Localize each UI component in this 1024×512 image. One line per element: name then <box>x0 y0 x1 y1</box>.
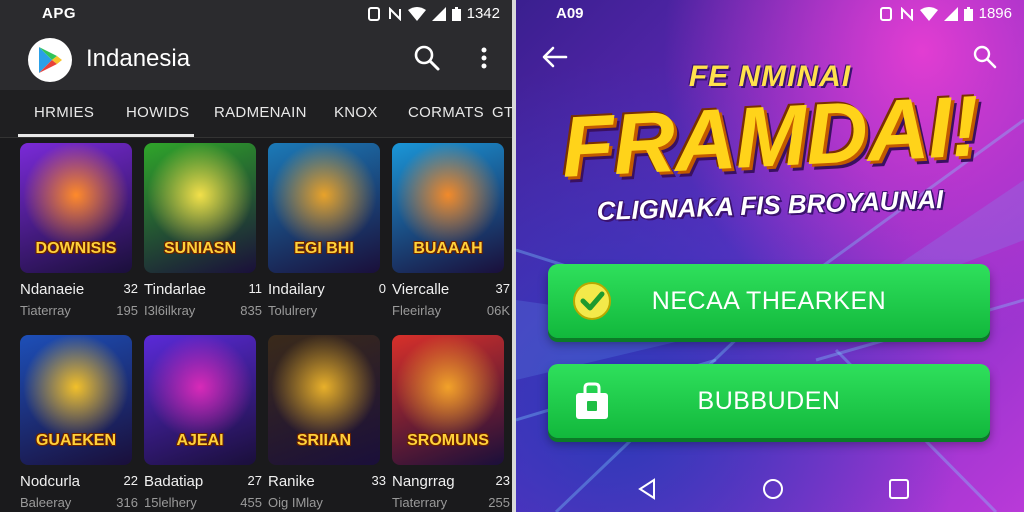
wifi-icon <box>407 6 426 21</box>
status-icons: 1342 <box>366 5 500 22</box>
app-thumbnail[interactable]: SRIIAN <box>268 335 380 465</box>
clock: 1342 <box>466 5 500 22</box>
app-subtitle: Oig IMlay <box>268 495 323 510</box>
app-card[interactable]: SROMUNS Nangrrag 23 Tiaterrary 255 <box>392 335 510 510</box>
tab-knox[interactable]: KNOX <box>334 104 378 121</box>
app-thumbnail[interactable]: EGI BHI <box>268 143 380 273</box>
app-rank: 37 <box>495 281 510 296</box>
active-tab-indicator <box>18 134 194 137</box>
battery-icon <box>963 6 973 21</box>
status-bar: APG 1342 <box>0 0 512 28</box>
app-card[interactable]: DOWNISIS Ndanaeie 32 Tiaterray 195 <box>20 143 138 318</box>
app-thumbnail[interactable]: SROMUNS <box>392 335 504 465</box>
app-subtitle: I3l6ilkray <box>144 303 196 318</box>
more-options-icon[interactable] <box>476 43 492 73</box>
nav-back-icon[interactable] <box>636 478 658 500</box>
app-card[interactable]: GUAEKEN Nodcurla 22 Baleeray 316 <box>20 335 138 510</box>
play-logo-icon <box>39 47 62 73</box>
app-rank: 0 <box>378 281 386 296</box>
nav-recents-icon[interactable] <box>888 478 910 500</box>
wifi-icon <box>919 6 938 21</box>
app-size: 455 <box>240 495 262 510</box>
status-icons-right: 1896 <box>878 5 1012 22</box>
app-bar: Indanesia <box>0 28 512 90</box>
app-art-title: EGI BHI <box>294 240 354 257</box>
app-rank: 11 <box>248 281 263 296</box>
app-art-title: SRIIAN <box>296 432 352 449</box>
no-signal-icon <box>388 6 401 21</box>
tab-radmenain[interactable]: RADMENAIN <box>214 104 307 121</box>
app-card[interactable]: BUAAAH Viercalle 37 Fleeirlay 06K <box>392 143 510 318</box>
app-rank: 22 <box>123 473 138 488</box>
store-logo <box>28 38 72 82</box>
tab-howids[interactable]: HOWIDS <box>126 104 189 121</box>
app-card[interactable]: SRIIAN Ranike 33 Oig IMlay <box>268 335 386 510</box>
secondary-action-label: BUBBUDEN <box>697 386 841 415</box>
app-subtitle: 15lelhery <box>144 495 197 510</box>
app-size: 316 <box>116 495 138 510</box>
app-thumbnail[interactable]: SUNIASN <box>144 143 256 273</box>
app-subtitle: Baleeray <box>20 495 72 510</box>
app-rank: 33 <box>371 473 386 488</box>
app-rank: 32 <box>123 281 138 296</box>
tab-gti[interactable]: GTI <box>492 104 512 121</box>
check-circle-icon <box>573 282 611 320</box>
clock-right: 1896 <box>978 5 1012 22</box>
app-subtitle: Tiaterrary <box>392 495 448 510</box>
tab-cormats[interactable]: CORMATS <box>408 104 484 121</box>
app-subtitle: Tiaterray <box>20 303 71 318</box>
nav-home-icon[interactable] <box>762 478 784 500</box>
app-size: 255 <box>488 495 510 510</box>
app-title: Ranike <box>268 473 315 490</box>
app-title: Ndanaeie <box>20 281 85 298</box>
shopping-bag-icon <box>576 382 608 419</box>
primary-action-button[interactable]: NECAA THEARKEN <box>548 264 990 338</box>
app-size: 835 <box>240 303 262 318</box>
app-thumbnail[interactable]: DOWNISIS <box>20 143 132 273</box>
secondary-action-button[interactable]: BUBBUDEN <box>548 364 990 438</box>
system-nav-bar <box>516 464 1024 512</box>
category-tabs: HRMIES HOWIDS RADMENAIN KNOX CORMATS GTI <box>0 90 512 138</box>
primary-action-label: NECAA THEARKEN <box>651 286 887 315</box>
app-title: Tindarlae <box>144 281 206 298</box>
signal-icon <box>943 6 958 21</box>
app-art-title: SUNIASN <box>163 240 236 257</box>
app-title: Badatiap <box>144 473 204 490</box>
page-title: Indanesia <box>86 45 191 72</box>
app-size: 06K <box>486 303 510 318</box>
app-card[interactable]: AJEAI Badatiap 27 15lelhery 455 <box>144 335 262 510</box>
search-icon[interactable] <box>412 43 442 73</box>
promo-panel: A09 1896 FE NMINAI FRAMDAI! CLIGNAKA FIS… <box>516 0 1024 512</box>
app-rank: 23 <box>495 473 510 488</box>
app-subtitle: Fleeirlay <box>392 303 442 318</box>
app-art-title: AJEAI <box>176 432 224 449</box>
app-art-title: BUAAAH <box>413 240 483 257</box>
app-thumbnail[interactable]: AJEAI <box>144 335 256 465</box>
no-signal-icon <box>900 6 913 21</box>
vibrate-icon <box>879 6 892 21</box>
app-size: 195 <box>116 303 138 318</box>
carrier-label-right: A09 <box>556 5 584 22</box>
status-bar-right: A09 1896 <box>516 0 1024 28</box>
app-art-title: DOWNISIS <box>35 240 117 257</box>
app-title: Nangrrag <box>392 473 455 490</box>
vibrate-icon <box>367 6 380 21</box>
app-title: Nodcurla <box>20 473 81 490</box>
app-title: Indailary <box>268 281 325 298</box>
carrier-label: APG <box>42 5 77 22</box>
app-art-title: GUAEKEN <box>35 432 116 449</box>
store-panel: APG 1342 Indanesia HRMIES HOWIDS RADMENA… <box>0 0 512 512</box>
tab-hrmies[interactable]: HRMIES <box>34 104 94 121</box>
app-art-title: SROMUNS <box>407 432 489 449</box>
app-rank: 27 <box>247 473 262 488</box>
app-card[interactable]: SUNIASN Tindarlae 11 I3l6ilkray 835 <box>144 143 262 318</box>
battery-icon <box>451 6 461 21</box>
signal-icon <box>431 6 446 21</box>
app-thumbnail[interactable]: GUAEKEN <box>20 335 132 465</box>
app-card[interactable]: EGI BHI Indailary 0 Tolulrery <box>268 143 386 318</box>
app-subtitle: Tolulrery <box>268 303 318 318</box>
app-thumbnail[interactable]: BUAAAH <box>392 143 504 273</box>
app-title: Viercalle <box>392 281 450 298</box>
